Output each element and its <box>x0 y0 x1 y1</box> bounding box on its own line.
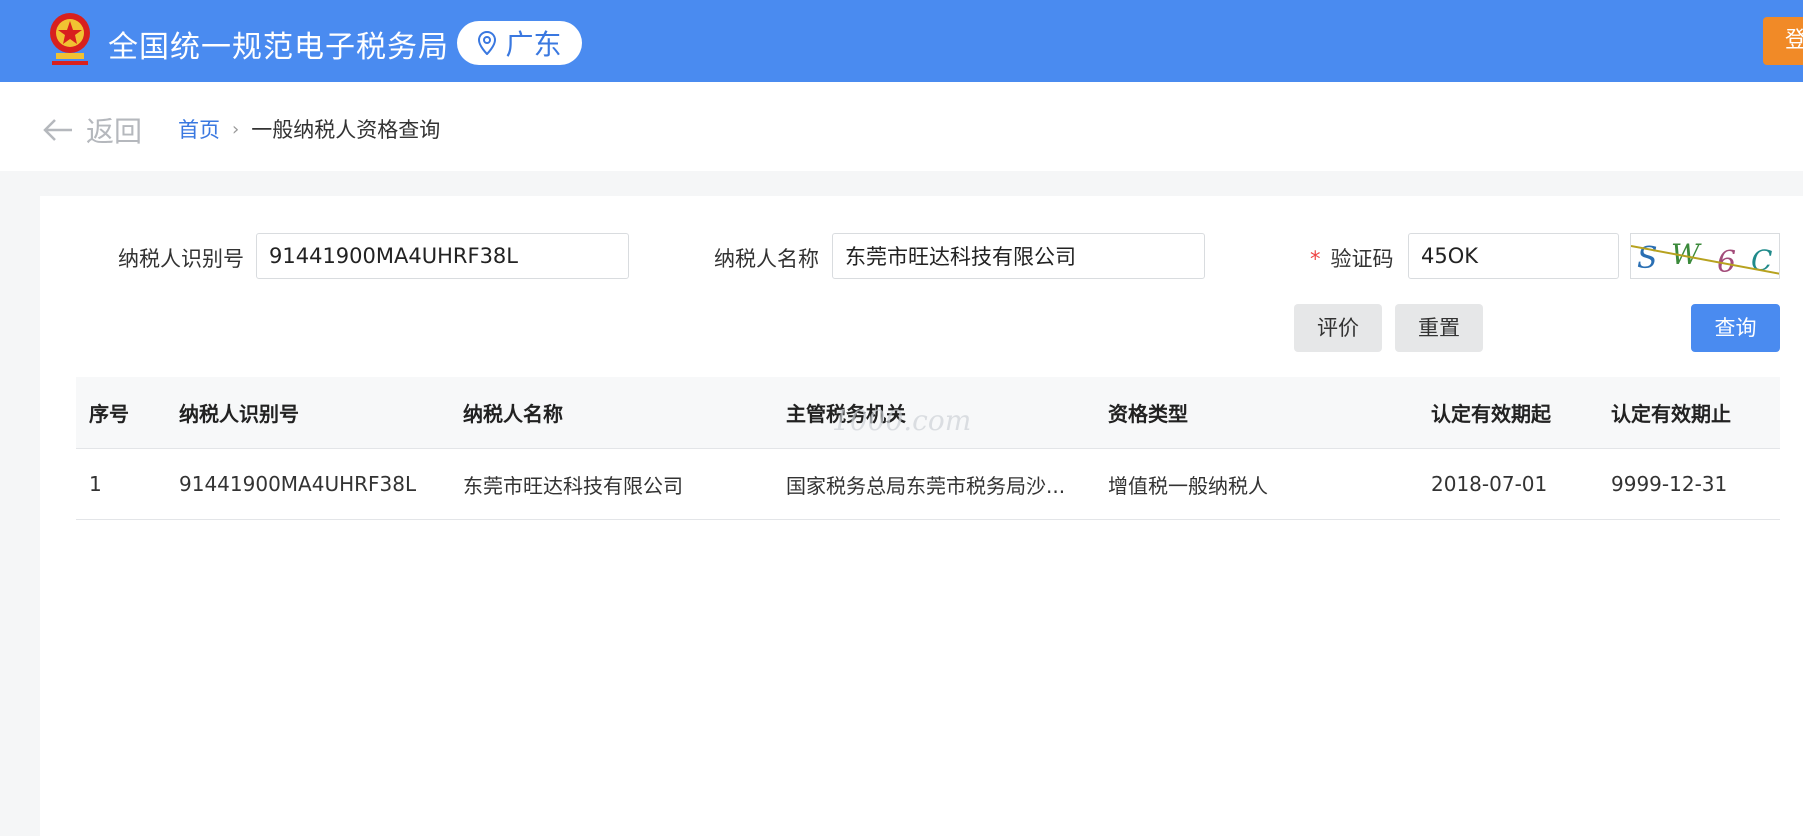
taxpayer-id-label: 纳税人识别号 <box>118 247 244 271</box>
cell-qualification-type: 增值税一般纳税人 <box>1108 473 1268 498</box>
breadcrumb-current: 一般纳税人资格查询 <box>251 118 441 142</box>
cell-tax-authority: 国家税务总局东莞市税务局沙... <box>786 473 1066 498</box>
captcha-input[interactable] <box>1408 233 1619 279</box>
cell-valid-from: 2018-07-01 <box>1431 472 1548 496</box>
login-button[interactable]: 登 <box>1763 17 1803 65</box>
nav-bar: 返回 首页 › 一般纳税人资格查询 <box>0 82 1803 171</box>
national-tax-emblem-icon <box>50 13 90 65</box>
location-pin-icon <box>478 31 497 55</box>
back-label: 返回 <box>86 115 143 148</box>
captcha-image[interactable]: S W 6 C <box>1630 233 1780 279</box>
reset-button[interactable]: 重置 <box>1395 304 1483 352</box>
cell-taxpayer-name: 东莞市旺达科技有限公司 <box>463 473 683 498</box>
evaluate-button[interactable]: 评价 <box>1294 304 1382 352</box>
breadcrumb-separator: › <box>232 118 240 140</box>
cell-taxpayer-id: 91441900MA4UHRF38L <box>179 472 417 496</box>
query-panel: 纳税人识别号 纳税人名称 * 验证码 S W 6 C 评价 重置 查询 序号 纳税… <box>40 196 1803 836</box>
taxpayer-name-input[interactable] <box>832 233 1205 279</box>
back-button[interactable]: 返回 <box>42 110 142 150</box>
captcha-label: 验证码 <box>1330 247 1394 271</box>
taxpayer-id-input[interactable] <box>256 233 629 279</box>
region-selector[interactable]: 广东 <box>457 21 582 65</box>
required-mark: * <box>1310 247 1321 271</box>
column-header-qualification-type: 资格类型 <box>1108 402 1188 426</box>
column-header-valid-from: 认定有效期起 <box>1431 402 1551 426</box>
breadcrumb-home-link[interactable]: 首页 <box>178 114 220 144</box>
top-header: 全国统一规范电子税务局 广东 登 <box>0 0 1803 82</box>
region-label: 广东 <box>505 28 562 61</box>
column-header-taxpayer-id: 纳税人识别号 <box>179 402 299 426</box>
column-header-valid-to: 认定有效期止 <box>1611 402 1731 426</box>
column-header-index: 序号 <box>89 402 129 426</box>
captcha-graphic: S W 6 C <box>1631 238 1779 278</box>
table-header: 序号 纳税人识别号 纳税人名称 主管税务机关 资格类型 认定有效期起 认定有效期… <box>76 377 1780 449</box>
taxpayer-name-label: 纳税人名称 <box>714 247 819 271</box>
column-header-tax-authority: 主管税务机关 <box>786 402 906 426</box>
results-table: 序号 纳税人识别号 纳税人名称 主管税务机关 资格类型 认定有效期起 认定有效期… <box>76 377 1780 520</box>
site-title: 全国统一规范电子税务局 <box>108 30 449 65</box>
arrow-left-icon <box>43 119 72 141</box>
query-button[interactable]: 查询 <box>1691 304 1780 352</box>
column-header-taxpayer-name: 纳税人名称 <box>463 402 563 426</box>
captcha-label-group: * 验证码 <box>1310 243 1394 273</box>
cell-valid-to: 9999-12-31 <box>1611 472 1728 496</box>
table-row[interactable]: 1 91441900MA4UHRF38L 东莞市旺达科技有限公司 国家税务总局东… <box>76 449 1780 520</box>
captcha-char: S <box>1637 241 1658 276</box>
breadcrumb: 首页 › 一般纳税人资格查询 <box>178 114 440 144</box>
cell-index: 1 <box>89 472 102 496</box>
